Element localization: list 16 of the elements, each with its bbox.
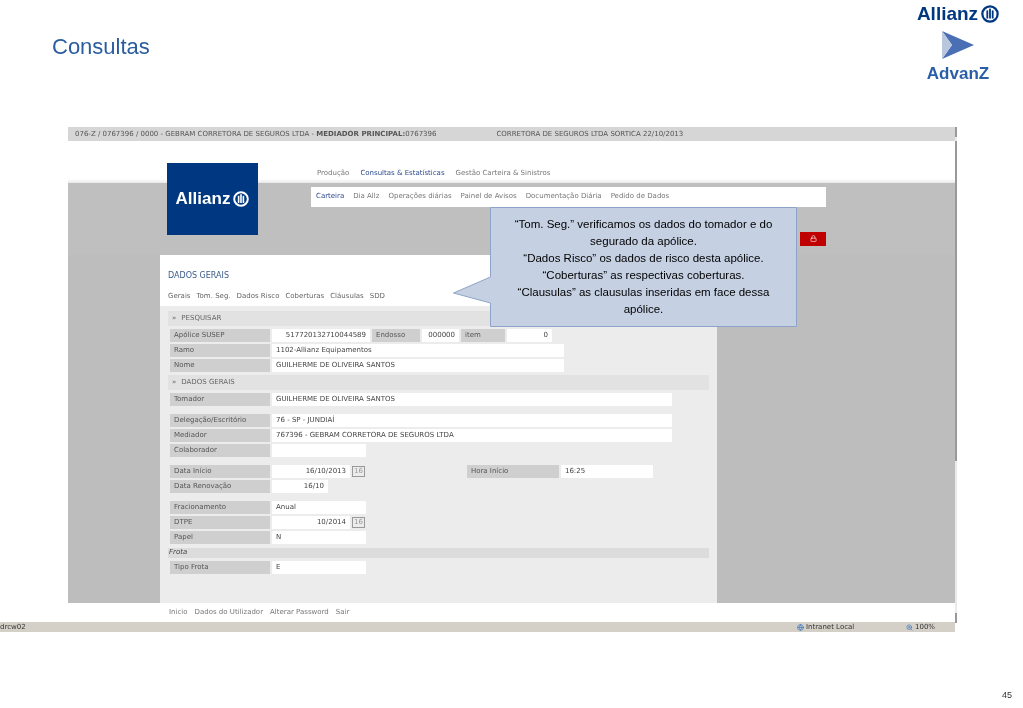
globe-icon [797, 623, 804, 631]
page-number: 45 [1002, 688, 1012, 702]
lock-icon [809, 235, 817, 242]
logo-icon [233, 191, 250, 207]
logo-text: AdvanZ [926, 65, 990, 82]
callout-text: “Tom. Seg.” verificamos os dados do tomador e do segurado da apólice. [513, 217, 774, 249]
logo-icon [981, 4, 1000, 23]
callout-text: “Coberturas” as respectivas coberturas. [542, 268, 745, 283]
lock-button[interactable] [800, 231, 826, 246]
callout-text: “Dados Risco” os dados de risco desta apólice. [523, 251, 764, 266]
logo-text: Allianz [175, 188, 231, 211]
slide-title: Consultas [52, 33, 150, 61]
panel-title: DADOS GERAIS [168, 270, 229, 282]
arrow-logo-icon [940, 29, 976, 61]
logo-text: Allianz [916, 4, 979, 23]
zoom-icon[interactable] [906, 623, 913, 631]
